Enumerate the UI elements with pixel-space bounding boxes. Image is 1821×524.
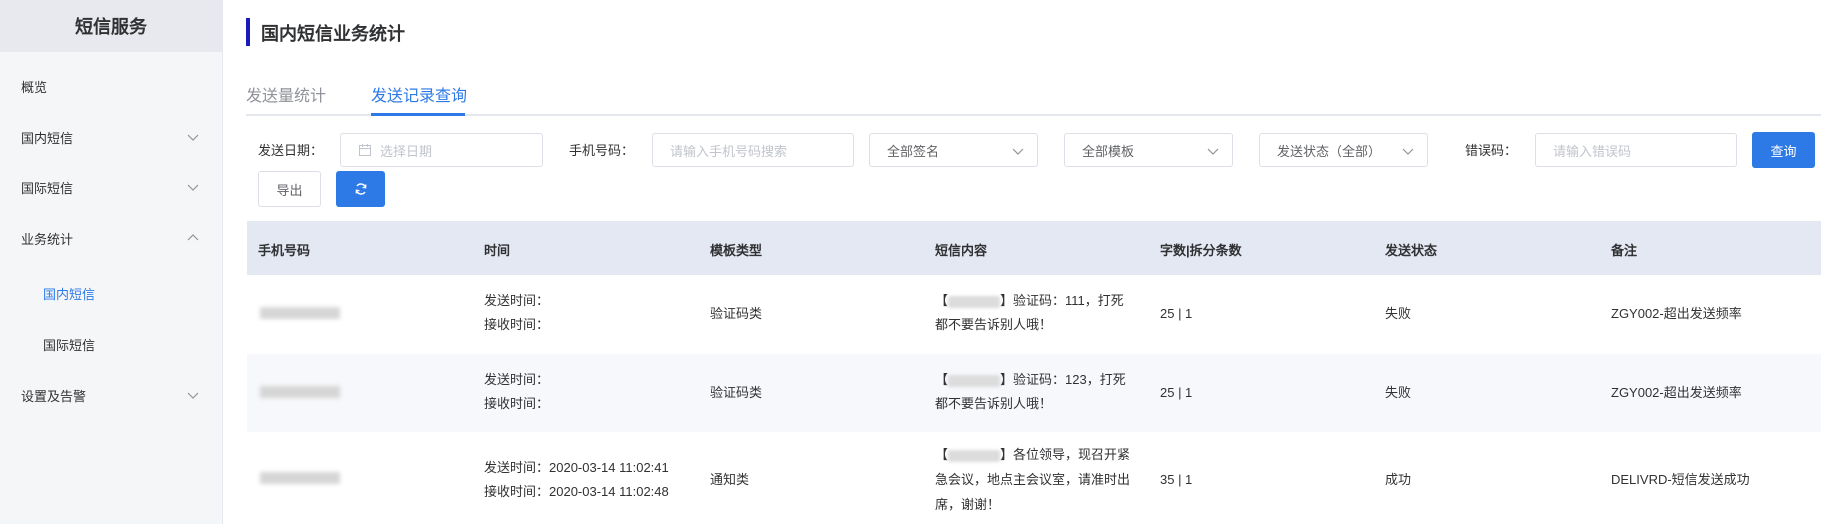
send-status: 失败 [1385,385,1412,400]
chevron-up-icon [187,234,199,241]
refresh-button[interactable] [336,171,385,207]
sms-content: 【 】验证码：111，打死 [935,289,1124,313]
template-type: 通知类 [710,472,750,487]
table-header: 手机号码 时间 模板类型 短信内容 字数|拆分条数 发送状态 备注 [247,221,1821,275]
remark: DELIVRD-短信发送成功 [1611,472,1750,487]
sidebar-item-domestic-sms[interactable]: 国内短信 [0,117,222,157]
chevron-down-icon [187,184,199,191]
table-row: 发送时间： 接收时间： 验证码类 【】验证码：123，打死 都不要告诉别人哦！ … [247,354,1821,432]
phone-search-input[interactable]: 请输入手机号码搜索 [652,133,854,167]
column-header: 手机号码 [258,243,311,258]
table-row: 发送时间：2020-03-14 11:02:41 接收时间：2020-03-14… [247,432,1821,524]
sidebar-item-label: 概览 [21,79,48,95]
sms-content-line2: 急会议，地点主会议室，请准时出 [935,472,1131,487]
title-accent-bar [246,18,250,46]
masked-phone [260,472,340,484]
date-label: 发送日期： [258,143,324,158]
sidebar-item-label: 业务统计 [21,231,74,247]
template-type: 验证码类 [710,385,763,400]
content-bracket: 【 [935,293,949,308]
chevron-down-icon [1402,148,1414,155]
sms-content: 【 】验证码：123，打死 [935,368,1126,392]
send-time: 发送时间：2020-03-14 11:02:41 [484,460,669,475]
page-title: 国内短信业务统计 [261,24,405,44]
sidebar-item-label: 国内短信 [43,286,96,302]
sidebar-item-label: 国内短信 [21,130,74,146]
sidebar-item-stats-intl[interactable]: 国际短信 [0,324,222,364]
receive-time: 接收时间： [484,396,550,411]
sms-content-line2: 都不要告诉别人哦！ [935,317,1053,332]
masked-signature [948,295,1001,308]
tab-send-volume[interactable]: 发送量统计 [246,82,326,106]
chevron-down-icon [1012,148,1024,155]
chevron-down-icon [187,134,199,141]
sms-content-line2: 都不要告诉别人哦！ [935,396,1053,411]
chevron-down-icon [1207,148,1219,155]
sidebar: 短信服务 概览 国内短信 国际短信 业务统计 国内短信 国际短信 设置及告警 [0,0,223,524]
send-status: 失败 [1385,306,1412,321]
export-button[interactable]: 导出 [258,171,321,207]
masked-phone [260,386,340,398]
send-status: 成功 [1385,472,1412,487]
masked-signature [948,374,1001,387]
sidebar-item-label: 国际短信 [21,180,74,196]
content-bracket: 【 [935,372,949,387]
sidebar-item-label: 国际短信 [43,337,96,353]
column-header: 时间 [484,243,511,258]
sidebar-item-intl-sms[interactable]: 国际短信 [0,167,222,207]
remark: ZGY002-超出发送频率 [1611,385,1742,400]
template-select[interactable]: 全部模板 [1064,133,1233,167]
column-header: 模板类型 [710,243,763,258]
date-picker[interactable]: 选择日期 [340,133,543,167]
active-tab-indicator [371,113,465,116]
masked-signature [948,449,1001,462]
sms-content: 【 】各位领导，现召开紧 [935,443,1130,467]
error-code-placeholder: 请输入错误码 [1553,143,1632,159]
chevron-down-icon [187,392,199,399]
sidebar-item-stats[interactable]: 业务统计 [0,218,222,258]
refresh-icon [355,183,366,195]
phone-label: 手机号码： [569,143,635,158]
phone-placeholder: 请输入手机号码搜索 [670,143,788,159]
tab-send-records[interactable]: 发送记录查询 [371,82,467,106]
error-code-input[interactable]: 请输入错误码 [1535,133,1737,167]
send-time: 发送时间： [484,293,550,308]
calendar-icon [359,144,371,156]
status-select[interactable]: 发送状态（全部） [1259,133,1428,167]
status-select-value: 发送状态（全部） [1277,143,1382,159]
column-header: 字数|拆分条数 [1160,243,1242,258]
sidebar-item-stats-domestic[interactable]: 国内短信 [0,273,222,313]
signature-select-value: 全部签名 [887,143,940,159]
masked-phone [260,307,340,319]
remark: ZGY002-超出发送频率 [1611,306,1742,321]
column-header: 发送状态 [1385,243,1438,258]
table-row: 发送时间： 接收时间： 验证码类 【】验证码：111，打死 都不要告诉别人哦！ … [247,275,1821,354]
column-header: 短信内容 [935,243,988,258]
date-placeholder: 选择日期 [380,143,433,159]
template-type: 验证码类 [710,306,763,321]
sidebar-item-overview[interactable]: 概览 [0,66,222,106]
sidebar-item-label: 设置及告警 [21,388,87,404]
column-header: 备注 [1611,243,1638,258]
signature-select[interactable]: 全部签名 [869,133,1038,167]
sidebar-item-settings-alerts[interactable]: 设置及告警 [0,375,222,415]
tab-bar: 发送量统计 发送记录查询 [246,72,1821,116]
sms-content-line3: 席，谢谢！ [935,497,1001,512]
receive-time: 接收时间： [484,317,550,332]
query-button[interactable]: 查询 [1752,132,1815,168]
char-count: 25 | 1 [1160,385,1193,400]
send-time: 发送时间： [484,372,550,387]
char-count: 35 | 1 [1160,472,1193,487]
content-text: 】验证码：123，打死 [1000,372,1126,387]
template-select-value: 全部模板 [1082,143,1135,159]
char-count: 25 | 1 [1160,306,1193,321]
content-bracket: 【 [935,447,949,462]
content-text: 】验证码：111，打死 [1000,293,1124,308]
error-code-label: 错误码： [1465,143,1518,158]
receive-time: 接收时间：2020-03-14 11:02:48 [484,484,669,499]
content-text: 】各位领导，现召开紧 [1000,447,1131,462]
sidebar-title: 短信服务 [0,0,222,52]
